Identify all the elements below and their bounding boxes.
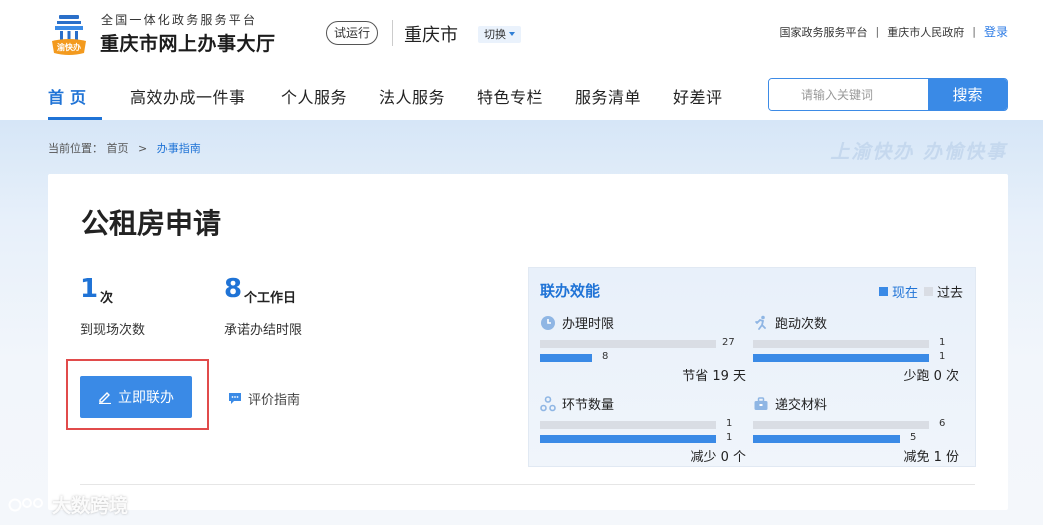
stat-time-limit: 办理时限 27 8 节省 19 天 — [540, 313, 746, 384]
bar-past-value: 27 — [722, 337, 735, 348]
stat-label: 环节数量 — [562, 398, 615, 413]
stat-footer: 少跑 0 次 — [903, 369, 959, 384]
stat-footer: 减免 1 份 — [903, 450, 959, 465]
stat-label: 递交材料 — [775, 398, 828, 413]
header-divider — [392, 20, 393, 46]
apply-button[interactable]: 立即联办 — [80, 376, 192, 418]
breadcrumb-home[interactable]: 首页 — [107, 142, 129, 155]
bar-now-value: 1 — [939, 351, 946, 362]
nav-item-rating[interactable]: 好差评 — [673, 84, 723, 108]
switch-city-button[interactable]: 切换 — [478, 26, 521, 43]
svg-text:渝快办: 渝快办 — [56, 42, 81, 52]
site-header: 渝快办 全国一体化政务服务平台 重庆市网上办事大厅 试运行 重庆市 切换 国家政… — [0, 0, 1043, 68]
search-input[interactable] — [769, 79, 929, 110]
efficiency-title: 联办效能 — [540, 282, 601, 300]
legend-past-label: 过去 — [936, 286, 963, 301]
nav-item-corporate[interactable]: 法人服务 — [379, 84, 445, 108]
chongqing-logo-icon[interactable]: 渝快办 — [46, 13, 92, 57]
card-divider — [80, 484, 975, 485]
top-links: 国家政务服务平台 | 重庆市人民政府 | 登录 — [780, 23, 1008, 40]
current-city: 重庆市 — [404, 25, 458, 46]
nav-item-personal[interactable]: 个人服务 — [281, 84, 347, 108]
days-label: 承诺办结时限 — [224, 323, 303, 338]
bar-past — [540, 421, 716, 429]
bar-now — [753, 435, 900, 443]
stat-materials: 递交材料 6 5 减免 1 份 — [753, 394, 959, 465]
legend-now-swatch — [878, 287, 888, 296]
watermark-text: 大数跨境 — [52, 495, 129, 517]
caret-down-icon — [509, 32, 515, 36]
breadcrumb-prefix: 当前位置： — [48, 142, 103, 155]
search-button[interactable]: 搜索 — [928, 79, 1007, 110]
watermark-logo-icon — [8, 497, 43, 511]
link-separator: | — [875, 25, 880, 38]
login-link[interactable]: 登录 — [984, 23, 1008, 40]
efficiency-panel: 联办效能 现在 过去 办理时限 27 8 节省 19 天 跑动次数 1 1 少跑… — [528, 267, 976, 467]
bar-past-value: 1 — [726, 418, 733, 429]
breadcrumb: 当前位置： 首页 > 办事指南 — [48, 140, 201, 156]
platform-name[interactable]: 重庆市网上办事大厅 — [100, 29, 276, 56]
nav-item-service-list[interactable]: 服务清单 — [575, 84, 641, 108]
stat-head: 跑动次数 — [753, 313, 827, 332]
watermark: 大数跨境 — [8, 491, 128, 518]
bar-now-value: 8 — [602, 351, 609, 362]
bar-past — [540, 340, 716, 348]
visits-count: 1 — [80, 274, 99, 304]
national-platform-link[interactable]: 国家政务服务平台 — [780, 24, 868, 40]
stat-label: 办理时限 — [562, 317, 615, 332]
nav-item-one-thing[interactable]: 高效办成一件事 — [130, 84, 246, 108]
bar-now — [753, 354, 929, 362]
service-title: 公租房申请 — [81, 207, 222, 240]
visits-unit: 次 — [100, 291, 114, 306]
stat-footer: 节省 19 天 — [682, 369, 746, 384]
bar-now-value: 1 — [726, 432, 733, 443]
stat-head: 环节数量 — [540, 394, 614, 413]
service-card: 公租房申请 1 次 到现场次数 8 个工作日 承诺办结时限 立即联办 评价指南 … — [48, 174, 1008, 510]
bar-past-value: 6 — [939, 418, 946, 429]
nav-item-home[interactable]: 首页 — [48, 84, 92, 108]
days-count: 8 — [224, 274, 243, 304]
breadcrumb-current: 办事指南 — [156, 142, 201, 155]
days-unit: 个工作日 — [244, 291, 297, 306]
main-nav: 首页 高效办成一件事 个人服务 法人服务 特色专栏 服务清单 好差评 搜索 — [0, 68, 1043, 120]
efficiency-legend: 现在 过去 — [878, 282, 963, 301]
bar-now-value: 5 — [910, 432, 917, 443]
legend-past-swatch — [923, 287, 933, 296]
trial-badge: 试运行 — [326, 21, 379, 45]
stat-trips: 跑动次数 1 1 少跑 0 次 — [753, 313, 959, 384]
pencil-icon — [99, 392, 111, 404]
evaluate-guide-label: 评价指南 — [248, 393, 301, 408]
stat-steps: 环节数量 1 1 减少 0 个 — [540, 394, 746, 465]
nodes-icon — [540, 395, 556, 411]
nav-item-special[interactable]: 特色专栏 — [477, 84, 543, 108]
comment-icon — [229, 393, 241, 404]
stat-label: 跑动次数 — [775, 317, 828, 332]
breadcrumb-separator: > — [138, 142, 148, 155]
switch-city-label: 切换 — [484, 28, 506, 41]
apply-button-label: 立即联办 — [118, 390, 174, 406]
legend-now-label: 现在 — [891, 286, 918, 301]
briefcase-icon — [754, 396, 768, 410]
runner-icon — [755, 315, 766, 330]
city-government-link[interactable]: 重庆市人民政府 — [887, 24, 964, 40]
visits-label: 到现场次数 — [80, 323, 146, 338]
bar-past-value: 1 — [939, 337, 946, 348]
link-separator: | — [972, 25, 976, 38]
bar-now — [540, 354, 592, 362]
slogan: 上渝快办 办愉快事 — [830, 141, 1007, 163]
bar-past — [753, 421, 929, 429]
bar-past — [753, 340, 929, 348]
search-box: 搜索 — [768, 78, 1008, 111]
platform-subtitle: 全国一体化政务服务平台 — [101, 13, 258, 27]
stat-head: 递交材料 — [753, 394, 827, 413]
bar-now — [540, 435, 716, 443]
clock-icon — [541, 315, 555, 330]
stat-head: 办理时限 — [540, 313, 614, 332]
stat-footer: 减少 0 个 — [690, 450, 746, 465]
evaluate-guide-link[interactable]: 评价指南 — [228, 389, 300, 408]
